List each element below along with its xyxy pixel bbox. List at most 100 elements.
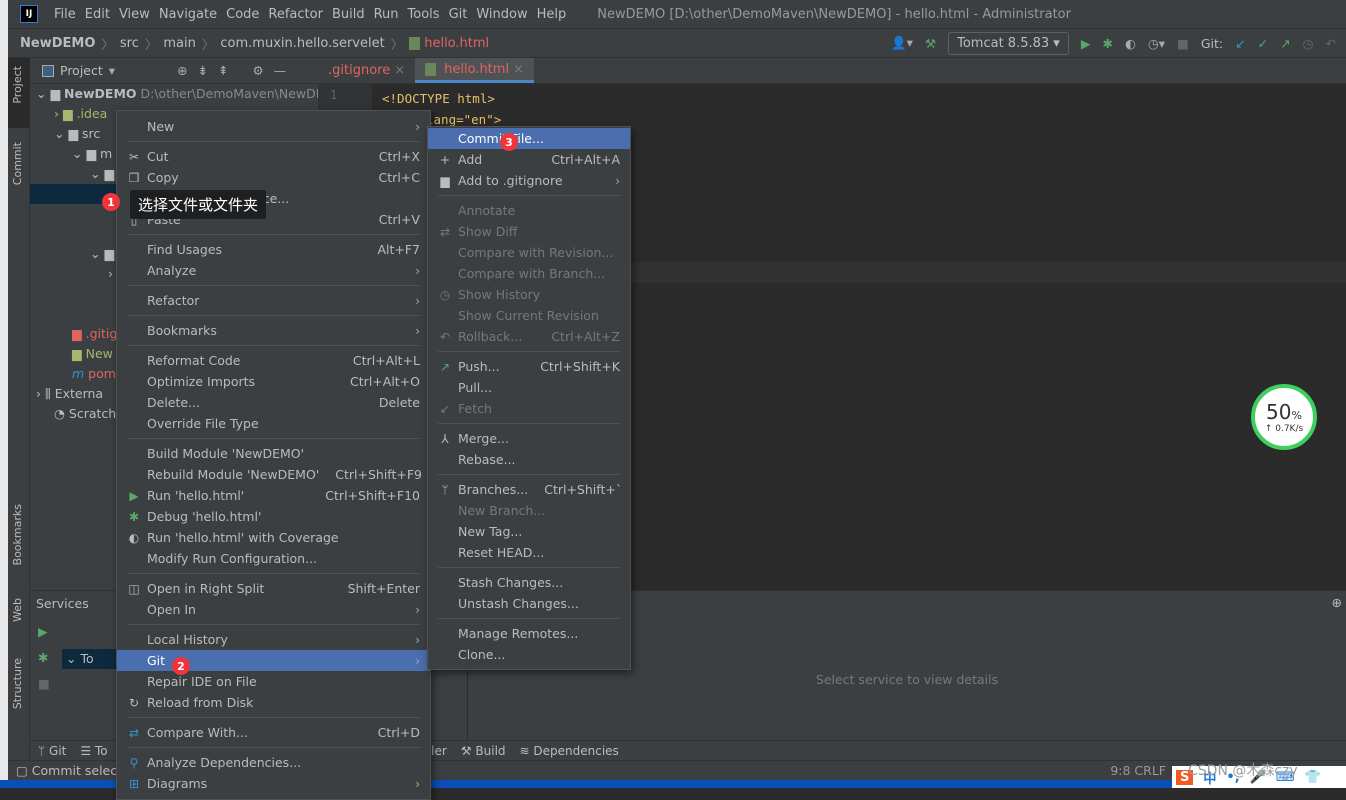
menu-window[interactable]: Window [476,7,527,22]
menu-item-modify-run-configuration[interactable]: Modify Run Configuration... [117,548,430,569]
menu-item-repair-ide-on-file[interactable]: Repair IDE on File [117,671,430,692]
menu-item-find-usages[interactable]: Find Usages Alt+F7 [117,239,430,260]
menu-item-debug-hello-html[interactable]: ✱ Debug 'hello.html' [117,506,430,527]
menu-item-run-hello-html[interactable]: ▶ Run 'hello.html' Ctrl+Shift+F10 [117,485,430,506]
tool-git[interactable]: ᛘ Git [38,744,66,758]
menu-item-clone[interactable]: Clone... [428,644,630,665]
menu-file[interactable]: File [54,7,76,22]
crumb-src[interactable]: src [120,36,139,51]
menu-refactor[interactable]: Refactor [268,7,323,22]
services-settings-icon[interactable]: ⊕ [1332,595,1342,610]
git-update-icon[interactable]: ↙ [1235,36,1245,51]
menu-item-show-current-revision[interactable]: Show Current Revision [428,305,630,326]
crumb-project[interactable]: NewDEMO [20,36,95,51]
menu-item-bookmarks[interactable]: Bookmarks › [117,320,430,341]
menu-tools[interactable]: Tools [408,7,440,22]
menu-item-compare-with[interactable]: ⇄ Compare With... Ctrl+D [117,722,430,743]
menu-item-override-file-type[interactable]: Override File Type [117,413,430,434]
history-icon[interactable]: ◷ [1303,36,1314,51]
menu-item-diagrams[interactable]: ⊞ Diagrams › [117,773,430,794]
tool-build[interactable]: ⚒ Build [461,744,506,758]
tool-dependencies[interactable]: ≋ Dependencies [520,744,619,758]
tree-root[interactable]: ⌄ ▆ NewDEMO D:\other\DemoMaven\NewDE [30,84,324,104]
menu-item-analyze[interactable]: Analyze › [117,260,430,281]
git-push-icon[interactable]: ↗ [1280,36,1290,51]
coverage-icon[interactable]: ◐ [1125,36,1136,51]
status-position[interactable]: 9:8 CRLF [1110,763,1166,778]
tool-commit[interactable]: Commit [11,142,24,185]
menu-item-reset-head[interactable]: Reset HEAD... [428,542,630,563]
menu-item-show-diff[interactable]: ⇄ Show Diff [428,221,630,242]
menu-item-refactor[interactable]: Refactor › [117,290,430,311]
menu-item-open-in[interactable]: Open In › [117,599,430,620]
menu-item-run-hello-html-with-coverage[interactable]: ◐ Run 'hello.html' with Coverage [117,527,430,548]
build-hammer-icon[interactable]: ⚒ [925,36,936,51]
menu-item-show-history[interactable]: ◷ Show History [428,284,630,305]
tool-project[interactable]: Project [11,66,24,104]
menu-help[interactable]: Help [537,7,567,22]
menu-item-pull[interactable]: Pull... [428,377,630,398]
menu-item-local-history[interactable]: Local History › [117,629,430,650]
menu-item-compare-with-branch[interactable]: Compare with Branch... [428,263,630,284]
menu-item-manage-remotes[interactable]: Manage Remotes... [428,623,630,644]
menu-item-build-module-newdemo[interactable]: Build Module 'NewDEMO' [117,443,430,464]
crumb-file[interactable]: hello.html [424,36,489,51]
tab-gitignore[interactable]: .gitignore × [318,58,415,83]
run-config-select[interactable]: Tomcat 8.5.83 ▾ [948,31,1069,55]
menu-git[interactable]: Git [449,7,468,22]
menu-item-reformat-code[interactable]: Reformat Code Ctrl+Alt+L [117,350,430,371]
menu-item-new-branch[interactable]: New Branch... [428,500,630,521]
run-icon[interactable]: ▶ [1081,36,1091,51]
debug-icon[interactable]: ✱ [1102,36,1112,51]
menu-item-stash-changes[interactable]: Stash Changes... [428,572,630,593]
menu-item-fetch[interactable]: ↙ Fetch [428,398,630,419]
menu-code[interactable]: Code [226,7,259,22]
menu-run[interactable]: Run [374,7,399,22]
tool-bookmarks[interactable]: Bookmarks [11,504,24,565]
menu-view[interactable]: View [119,7,150,22]
menu-item-analyze-dependencies[interactable]: ⚲ Analyze Dependencies... [117,752,430,773]
menu-build[interactable]: Build [332,7,365,22]
stop-icon[interactable]: ■ [1177,36,1189,51]
menu-item-rollback[interactable]: ↶ Rollback... Ctrl+Alt+Z [428,326,630,347]
profile-icon[interactable]: ◷▾ [1148,36,1165,51]
menu-item-open-in-right-split[interactable]: ◫ Open in Right Split Shift+Enter [117,578,430,599]
panel-actions-icons[interactable]: ⊕⇟⇞ ⚙— [177,63,296,78]
menu-item-commit-file[interactable]: Commit File... [428,128,630,149]
skin-icon[interactable]: 👕 [1305,770,1321,785]
crumb-package[interactable]: com.muxin.hello.servelet [220,36,384,51]
tool-structure[interactable]: Structure [11,658,24,709]
service-item[interactable]: ⌄ To [62,649,118,669]
menu-item-branches[interactable]: ᛘ Branches... Ctrl+Shift+` [428,479,630,500]
menu-item-new-tag[interactable]: New Tag... [428,521,630,542]
menu-navigate[interactable]: Navigate [159,7,217,22]
crumb-main[interactable]: main [163,36,195,51]
menu-separator [117,311,430,320]
tab-hello-html[interactable]: hello.html × [415,58,534,83]
git-commit-icon[interactable]: ✓ [1258,36,1268,51]
project-view-select[interactable]: Project [60,63,103,78]
menu-item-optimize-imports[interactable]: Optimize Imports Ctrl+Alt+O [117,371,430,392]
tool-todo[interactable]: ☰ To [80,744,107,758]
menu-item-push[interactable]: ↗ Push... Ctrl+Shift+K [428,356,630,377]
menu-item-rebase[interactable]: Rebase... [428,449,630,470]
menu-item-merge[interactable]: ⅄ Merge... [428,428,630,449]
menu-item-unstash-changes[interactable]: Unstash Changes... [428,593,630,614]
menu-item-copy[interactable]: ❐ Copy Ctrl+C [117,167,430,188]
menu-item-label: New [147,119,175,134]
menu-item-add-to-gitignore[interactable]: ▆ Add to .gitignore › [428,170,630,191]
services-actions[interactable]: ▶ ✱ ■ [30,619,58,697]
menu-item-reload-from-disk[interactable]: ↻ Reload from Disk [117,692,430,713]
menu-edit[interactable]: Edit [85,7,110,22]
menu-item-add[interactable]: + Add Ctrl+Alt+A [428,149,630,170]
menu-item-git[interactable]: Git › [117,650,430,671]
menu-item-cut[interactable]: ✂ Cut Ctrl+X [117,146,430,167]
rollback-icon[interactable]: ↶ [1326,36,1336,51]
menu-item-annotate[interactable]: Annotate [428,200,630,221]
menu-item-compare-with-revision[interactable]: Compare with Revision... [428,242,630,263]
user-icon[interactable]: 👤▾ [891,35,913,51]
tool-web[interactable]: Web [11,598,24,622]
menu-item-delete[interactable]: Delete... Delete [117,392,430,413]
menu-item-new[interactable]: New › [117,116,430,137]
menu-item-rebuild-module-newdemo[interactable]: Rebuild Module 'NewDEMO' Ctrl+Shift+F9 [117,464,430,485]
